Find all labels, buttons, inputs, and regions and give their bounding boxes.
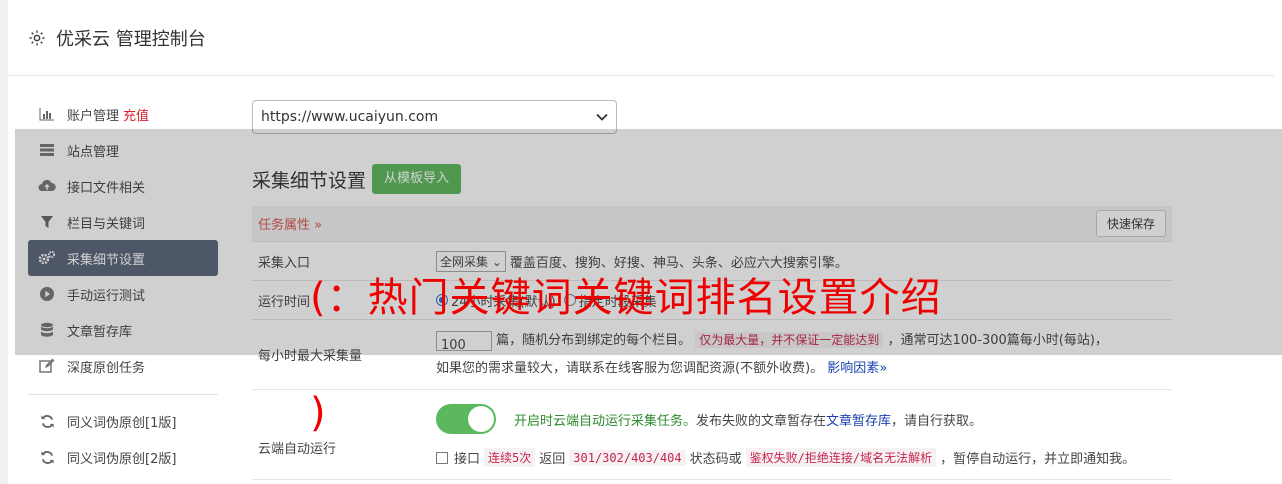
max-text-3: 如果您的需求量较大，请联系在线客服为您调配资源(不额外收费)。: [436, 361, 824, 376]
row-label: 云端自动运行: [258, 442, 337, 457]
page-title: 优采云 管理控制台: [56, 28, 206, 50]
article-store-link[interactable]: 文章暂存库: [826, 410, 891, 429]
cloud-t1: 返回: [539, 452, 566, 467]
page-header: 优采云 管理控制台: [8, 0, 1274, 76]
bar-chart-icon: [38, 105, 56, 123]
sidebar-item-label: 同义词伪原创[2版]: [67, 451, 177, 467]
sidebar-item-label: 账户管理: [67, 108, 120, 124]
row-value: 开启时云端自动运行采集任务。 发布失败的文章暂存在 文章暂存库 ，请自行获取。 …: [436, 390, 1172, 479]
row-cloud-auto: 云端自动运行 开启时云端自动运行采集任务。 发布失败的文章暂存在 文章暂存库 ，…: [252, 390, 1172, 480]
chevron-down-icon: »: [879, 361, 888, 376]
influence-factors-link[interactable]: 影响因素»: [827, 361, 887, 376]
recharge-link[interactable]: 充值: [123, 105, 149, 124]
cloud-auto-status: 开启时云端自动运行采集任务。: [514, 413, 697, 429]
site-select-value: https://www.ucaiyun.com: [261, 109, 439, 125]
refresh-icon: [38, 412, 56, 430]
sidebar-item-account[interactable]: 账户管理 充值: [28, 96, 218, 132]
cloud-t3: ，暂停自动运行，并立即通知我。: [940, 452, 1136, 467]
cloud-t2: 状态码或: [689, 452, 742, 467]
refresh-icon: [38, 448, 56, 466]
influence-factors-label: 影响因素: [827, 361, 880, 376]
code-errors: 鉴权失败/拒绝连接/域名无法解析: [745, 448, 937, 467]
edit-icon: [38, 357, 56, 375]
overlay-paren-text: ): [310, 390, 326, 436]
interface-checkbox[interactable]: [436, 451, 448, 464]
cloud-auto-toggle[interactable]: [436, 404, 496, 434]
sidebar-divider: [28, 394, 218, 395]
sidebar-item-label: 同义词伪原创[1版]: [67, 415, 177, 431]
gear-icon: [29, 30, 45, 45]
checkbox-label: 接口: [454, 452, 481, 467]
cloud-text-1: 发布失败的文章暂存在: [696, 413, 827, 429]
chevron-down-icon: [596, 113, 608, 121]
sidebar-item-synonym-v1[interactable]: 同义词伪原创[1版]: [28, 403, 218, 439]
sidebar-item-label: 深度原创任务: [67, 360, 146, 376]
overlay-title-text: (：热门关键词关键词排名设置介绍: [310, 275, 942, 321]
code-consecutive: 连续5次: [484, 448, 536, 467]
code-status: 301/302/403/404: [569, 449, 686, 466]
cloud-text-2: ，请自行获取。: [891, 413, 983, 429]
sidebar-item-synonym-v2[interactable]: 同义词伪原创[2版]: [28, 439, 218, 475]
